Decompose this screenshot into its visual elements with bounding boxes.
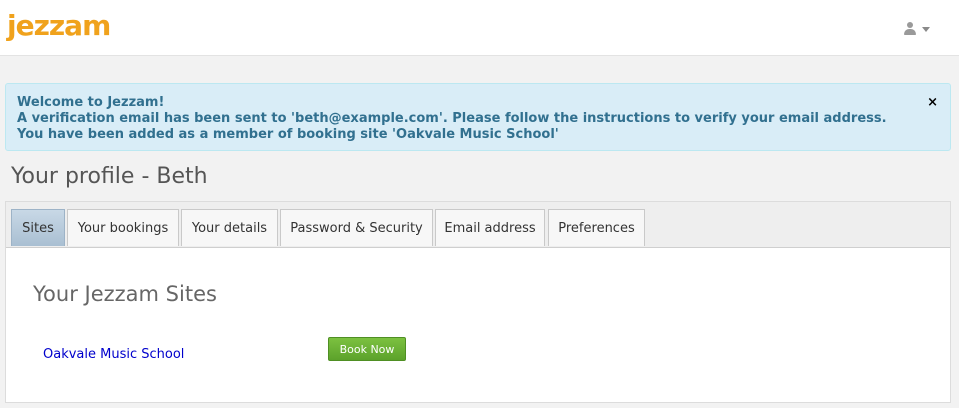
alert-line-welcome: Welcome to Jezzam! — [17, 95, 165, 110]
close-icon[interactable]: × — [927, 95, 938, 110]
user-menu[interactable] — [904, 20, 938, 38]
top-navbar: jezzam — [0, 0, 959, 56]
welcome-alert: Welcome to Jezzam! A verification email … — [5, 83, 951, 151]
page-title: Your profile - Beth — [11, 164, 208, 189]
profile-panel: Sites Your bookings Your details Passwor… — [5, 201, 951, 403]
sites-heading: Your Jezzam Sites — [33, 282, 217, 306]
profile-tabs: Sites Your bookings Your details Passwor… — [6, 202, 950, 248]
tab-your-bookings[interactable]: Your bookings — [67, 209, 179, 246]
user-icon — [904, 22, 916, 36]
chevron-down-icon — [922, 26, 930, 32]
book-now-button[interactable]: Book Now — [328, 337, 406, 361]
tab-password-security[interactable]: Password & Security — [280, 209, 433, 246]
tab-your-details[interactable]: Your details — [181, 209, 278, 246]
alert-line-verification: A verification email has been sent to 'b… — [17, 111, 887, 126]
jezzam-logo[interactable]: jezzam — [7, 9, 111, 42]
site-link-oakvale[interactable]: Oakvale Music School — [43, 347, 184, 362]
tab-sites[interactable]: Sites — [11, 209, 65, 246]
alert-line-membership: You have been added as a member of booki… — [17, 127, 559, 142]
tab-preferences[interactable]: Preferences — [548, 209, 645, 246]
tab-email-address[interactable]: Email address — [435, 209, 545, 246]
